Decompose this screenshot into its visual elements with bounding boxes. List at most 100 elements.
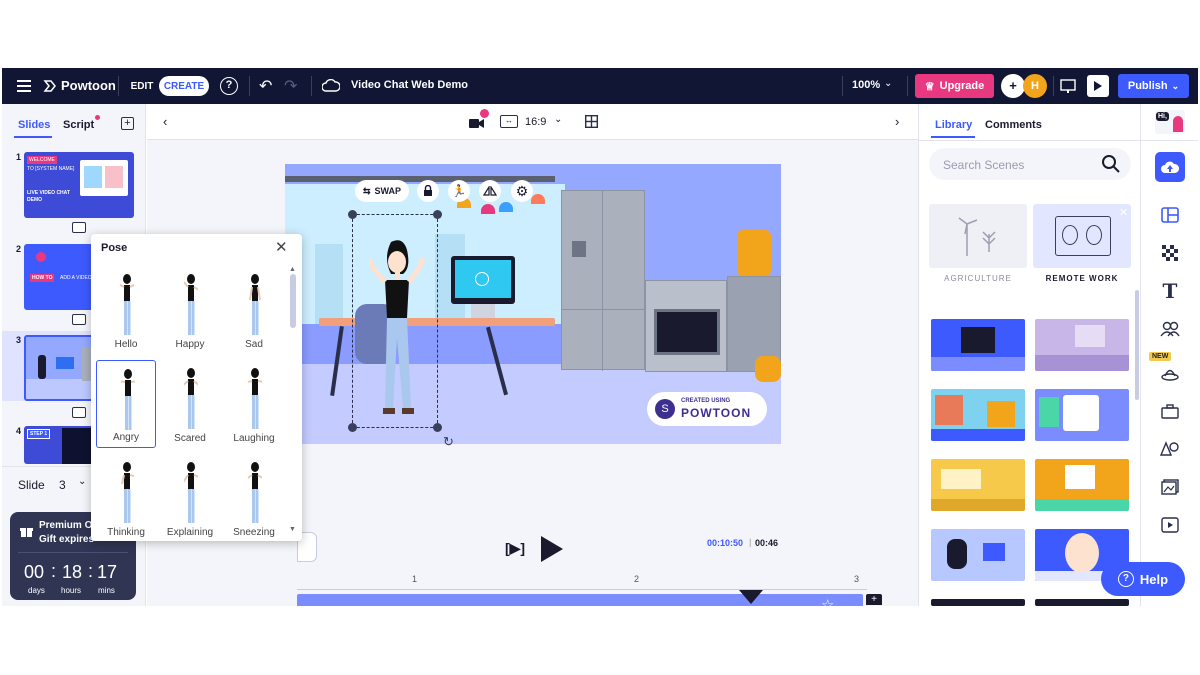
scene-thumbnail[interactable]	[1035, 389, 1129, 441]
slide-options-icon[interactable]	[72, 222, 86, 233]
close-icon[interactable]: ✕	[1119, 206, 1128, 219]
playhead-marker[interactable]	[739, 590, 763, 606]
pose-label: Explaining	[166, 527, 214, 538]
scenes-layout-icon[interactable]	[1157, 204, 1183, 226]
scene-thumbnail[interactable]	[931, 529, 1025, 581]
create-mode-button[interactable]: CREATE	[159, 76, 209, 96]
add-slide-icon[interactable]: +	[121, 117, 134, 130]
slide-text: STEP 1	[27, 429, 51, 439]
characters-icon[interactable]	[1157, 318, 1183, 340]
add-collaborator-icon[interactable]: +	[1001, 74, 1025, 98]
flip-icon[interactable]	[479, 180, 501, 202]
swap-button[interactable]: ⇆ SWAP	[355, 180, 409, 202]
slide-thumbnail-1[interactable]: WELCOME TO [SYSTEM NAME] LIVE VIDEO CHAT…	[24, 152, 134, 218]
slide-select[interactable]: 3	[59, 478, 66, 492]
resize-handle[interactable]	[348, 423, 357, 432]
redo-icon[interactable]: ↷	[284, 76, 297, 96]
pose-scrollbar[interactable]	[290, 274, 296, 328]
scene-thumbnail[interactable]	[931, 319, 1025, 371]
scene-thumbnail[interactable]	[931, 599, 1025, 606]
menu-icon[interactable]	[16, 77, 34, 95]
pose-option-sneezing[interactable]: Sneezing	[224, 454, 284, 542]
resize-handle[interactable]	[433, 210, 442, 219]
text-tool-icon[interactable]: T	[1157, 279, 1183, 303]
chevron-down-icon[interactable]: ⌄	[78, 476, 86, 487]
pose-option-angry[interactable]: Angry	[96, 360, 156, 448]
scene-thumbnail[interactable]	[1035, 599, 1129, 606]
props-icon[interactable]	[1157, 362, 1183, 384]
scene-thumbnail[interactable]	[931, 459, 1025, 511]
hi-avatar-icon[interactable]: Hi,	[1155, 110, 1185, 134]
pose-figure-icon	[248, 462, 262, 523]
pose-option-hello[interactable]: Hello	[96, 266, 156, 354]
star-icon[interactable]: ☆	[821, 596, 834, 606]
scene-thumbnail[interactable]	[1035, 319, 1129, 371]
chevron-right-icon[interactable]: ›	[895, 114, 899, 129]
tab-script[interactable]: Script	[63, 119, 94, 131]
undo-icon[interactable]: ↶	[259, 76, 272, 96]
resize-handle[interactable]	[433, 423, 442, 432]
preview-play-button[interactable]	[1087, 75, 1109, 97]
upload-button[interactable]	[1155, 152, 1185, 182]
toolbox-icon[interactable]	[1157, 400, 1183, 422]
scene-canvas[interactable]: ⇆ SWAP 🏃 ⚙ S CREATED USING POWTOON	[285, 164, 781, 444]
edit-mode-button[interactable]: EDIT	[126, 76, 158, 96]
help-button[interactable]: ? Help	[1101, 562, 1185, 596]
settings-gear-icon[interactable]: ⚙	[511, 180, 533, 202]
shapes-icon[interactable]	[1157, 438, 1183, 460]
backgrounds-checker-icon[interactable]	[1157, 242, 1183, 264]
zoom-in-button[interactable]: +	[866, 594, 882, 605]
animation-icon[interactable]: 🏃	[448, 180, 470, 202]
selection-box[interactable]	[352, 214, 438, 428]
video-tool-icon[interactable]	[1157, 514, 1183, 536]
presenter-icon[interactable]	[1059, 77, 1077, 95]
zoom-chevron-down-icon[interactable]: ⌄	[884, 78, 892, 89]
user-avatar[interactable]: H	[1023, 74, 1047, 98]
play-button[interactable]	[539, 534, 565, 564]
tab-comments[interactable]: Comments	[985, 119, 1042, 131]
slide-options-icon[interactable]	[72, 407, 86, 418]
tab-slides[interactable]: Slides	[18, 119, 50, 131]
rotate-handle-icon[interactable]: ↻	[443, 434, 454, 450]
pose-option-laughing[interactable]: Laughing	[224, 360, 284, 448]
help-circle-icon[interactable]: ?	[220, 77, 238, 95]
slide-options-icon[interactable]	[72, 314, 86, 325]
pose-label: Sad	[245, 339, 263, 350]
pose-option-scared[interactable]: Scared	[160, 360, 220, 448]
library-scrollbar[interactable]	[1135, 290, 1139, 400]
chevron-left-icon[interactable]: ‹	[163, 114, 167, 129]
scene-thumbnail[interactable]	[1035, 459, 1129, 511]
search-scenes-field[interactable]: Search Scenes	[929, 148, 1131, 180]
zoom-select[interactable]: 100%	[852, 79, 880, 91]
publish-button[interactable]: Publish ⌄	[1118, 74, 1189, 98]
scroll-up-icon[interactable]: ▲	[289, 266, 296, 273]
upgrade-button[interactable]: ♕ Upgrade	[915, 74, 994, 98]
close-icon[interactable]: ✕	[275, 238, 288, 256]
tab-library[interactable]: Library	[935, 119, 972, 131]
watermark-caption: CREATED USING	[681, 398, 731, 404]
pose-option-sad[interactable]: Sad	[224, 266, 284, 354]
resize-handle[interactable]	[348, 210, 357, 219]
scroll-down-icon[interactable]: ▼	[289, 526, 296, 533]
lock-icon[interactable]	[417, 180, 439, 202]
scene-thumbnail[interactable]	[931, 389, 1025, 441]
chevron-down-icon[interactable]: ⌄	[554, 114, 562, 125]
pose-label: Happy	[175, 339, 205, 350]
category-remote-work[interactable]: ✕	[1033, 204, 1131, 268]
pose-option-happy[interactable]: Happy	[160, 266, 220, 354]
aspect-ratio-select[interactable]: 16:9	[525, 116, 546, 128]
grid-icon[interactable]	[584, 114, 599, 129]
countdown-days: 00	[24, 562, 45, 582]
slide-text: LIVE VIDEO CHAT	[27, 190, 70, 196]
images-icon[interactable]	[1157, 476, 1183, 498]
play-from-marker-icon[interactable]: [▶]	[502, 538, 528, 558]
pose-option-thinking[interactable]: Thinking	[96, 454, 156, 542]
search-icon[interactable]	[1101, 154, 1121, 174]
project-title[interactable]: Video Chat Web Demo	[351, 79, 468, 91]
pose-label: Hello	[114, 339, 138, 350]
category-agriculture[interactable]	[929, 204, 1027, 268]
slide-number: 4	[16, 426, 22, 436]
aspect-ratio-icon[interactable]: ↔	[500, 115, 518, 128]
timeline-track[interactable]	[297, 594, 863, 606]
pose-option-explaining[interactable]: Explaining	[160, 454, 220, 542]
